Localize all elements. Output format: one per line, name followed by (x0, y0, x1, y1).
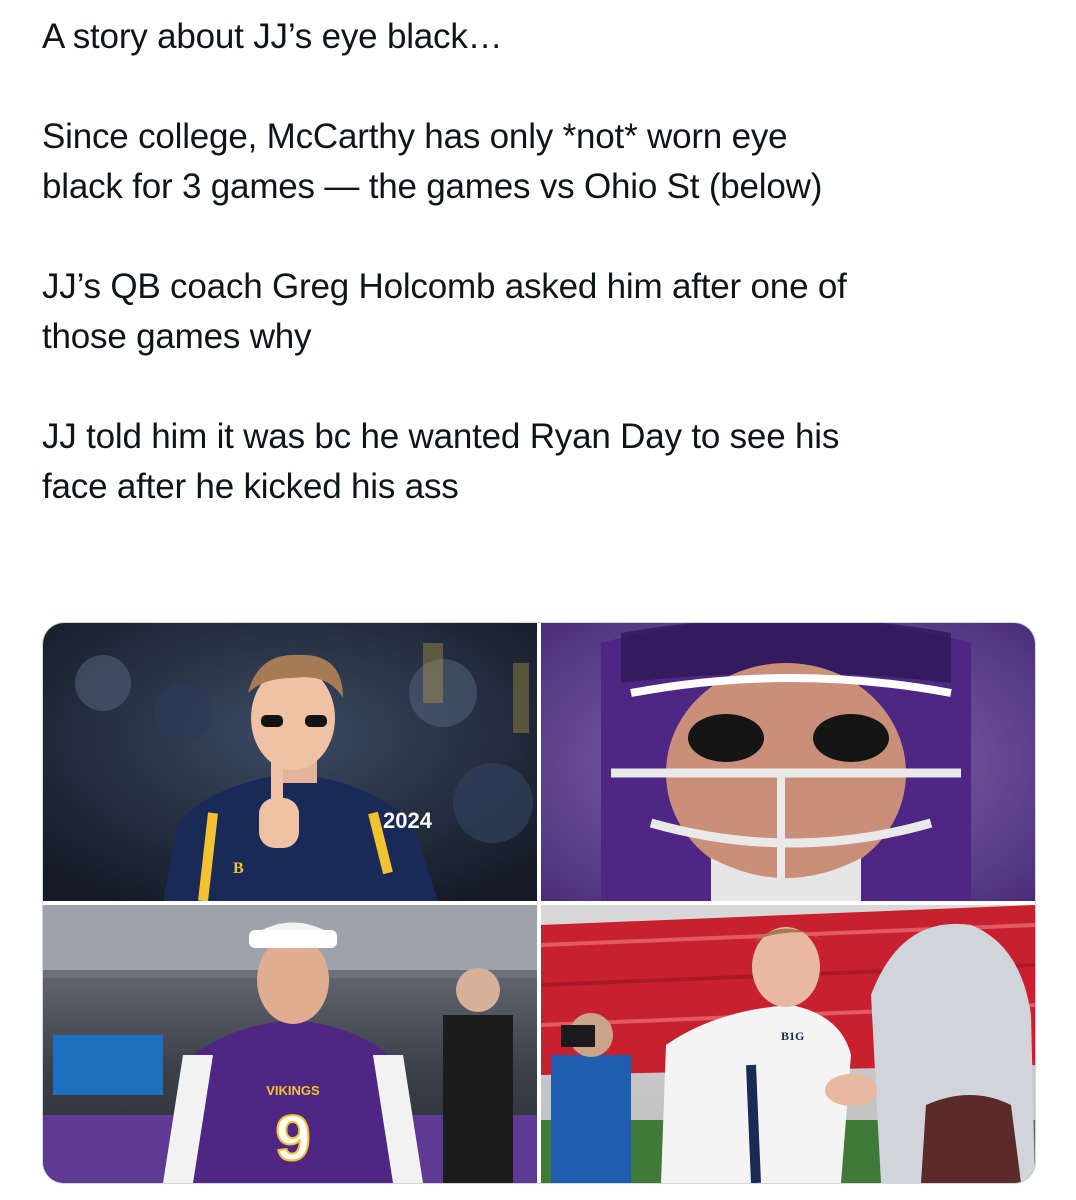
tweet-line: Since college, McCarthy has only *not* w… (42, 117, 788, 156)
tweet-line: face after he kicked his ass (42, 467, 459, 506)
chest-logo-text: B (233, 860, 244, 877)
photo-image: VIKINGS 9 (43, 905, 537, 1183)
photo-image: 2024 B (43, 623, 537, 901)
tweet-line: black for 3 games — the games vs Ohio St… (42, 167, 823, 206)
photo-image: B1G (541, 905, 1035, 1183)
tweet-text: A story about JJ’s eye black… Since coll… (42, 12, 1042, 512)
photo-vikings-helmet-closeup[interactable] (541, 623, 1035, 901)
chest-logo-text: B1G (781, 1029, 804, 1043)
jersey-patch-text: 2024 (383, 808, 433, 833)
tweet-line: those games why (42, 317, 312, 356)
photo-michigan-finger-to-lips[interactable]: 2024 B (43, 623, 537, 901)
photo-image (541, 623, 1035, 901)
photo-vikings-sideline[interactable]: VIKINGS 9 (43, 905, 537, 1183)
photo-michigan-handshake[interactable]: B1G (541, 905, 1035, 1183)
jersey-number-text: 9 (275, 1102, 311, 1174)
tweet-line: JJ told him it was bc he wanted Ryan Day… (42, 417, 840, 456)
tweet-line: A story about JJ’s eye black… (42, 17, 503, 56)
tweet-line: JJ’s QB coach Greg Holcomb asked him aft… (42, 267, 847, 306)
jersey-wordmark-text: VIKINGS (266, 1083, 320, 1098)
media-grid: 2024 B VIKINGS 9 B1G (42, 622, 1036, 1184)
